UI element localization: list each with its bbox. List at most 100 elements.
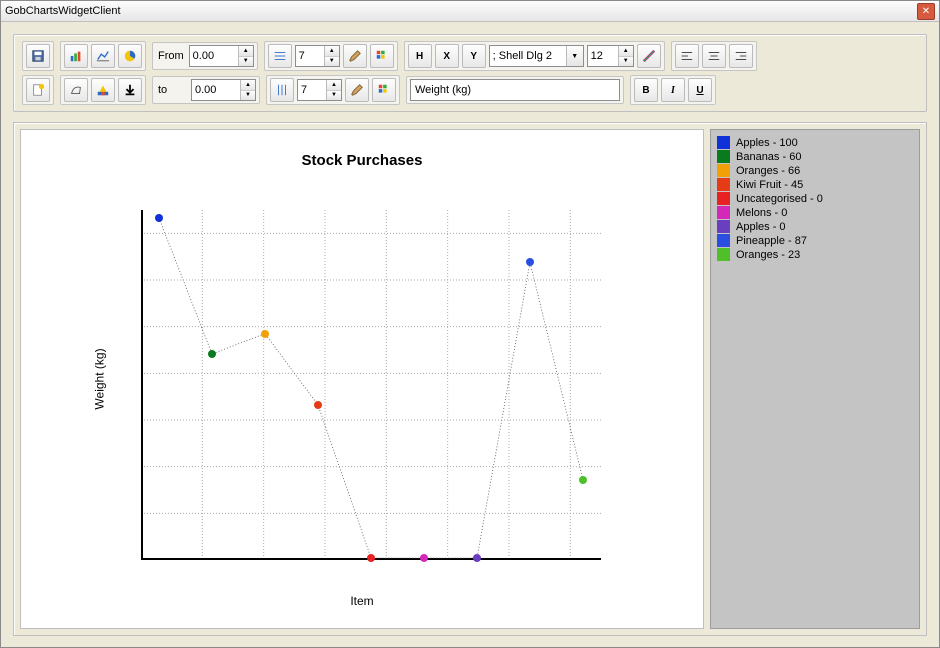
shape-button[interactable] [64, 78, 88, 102]
to-up[interactable]: ▲ [241, 80, 255, 91]
legend-swatch [717, 136, 730, 149]
data-point[interactable] [526, 258, 534, 266]
legend-label: Apples - 0 [736, 221, 786, 233]
legend-item[interactable]: Oranges - 23 [717, 248, 913, 261]
y-axis [141, 210, 143, 560]
vgrid-down[interactable]: ▼ [327, 91, 341, 101]
x-label: X [443, 51, 450, 62]
fontsize-spinner[interactable]: ▲▼ [587, 45, 634, 67]
data-point[interactable] [155, 214, 163, 222]
from-label: From [156, 50, 186, 62]
text-color-icon [642, 49, 656, 63]
legend-item[interactable]: Pineapple - 87 [717, 234, 913, 247]
h-label: H [416, 51, 423, 62]
chart-title: Stock Purchases [21, 152, 703, 169]
vgrid-spinner[interactable]: ▲▼ [297, 79, 342, 101]
new-icon [31, 83, 45, 97]
chart-panel: Stock Purchases Weight (kg) Item [20, 129, 704, 629]
align-left-button[interactable] [675, 44, 699, 68]
data-point[interactable] [473, 554, 481, 562]
align-left-icon [680, 49, 694, 63]
x-button[interactable]: X [435, 44, 459, 68]
pencil2-button[interactable] [345, 78, 369, 102]
legend-item[interactable]: Apples - 100 [717, 136, 913, 149]
legend-swatch [717, 192, 730, 205]
data-point[interactable] [208, 350, 216, 358]
brush-icon [96, 83, 110, 97]
data-point[interactable] [420, 554, 428, 562]
pencil-button[interactable] [343, 44, 367, 68]
shape-icon [69, 83, 83, 97]
from-down[interactable]: ▼ [239, 57, 253, 67]
to-down[interactable]: ▼ [241, 91, 255, 101]
legend-item[interactable]: Kiwi Fruit - 45 [717, 178, 913, 191]
y-button[interactable]: Y [462, 44, 486, 68]
vgrid-button[interactable] [270, 78, 294, 102]
hgrid-spinner[interactable]: ▲▼ [295, 45, 340, 67]
hgrid-button[interactable] [268, 44, 292, 68]
hgrid-up[interactable]: ▲ [325, 46, 339, 57]
font-input[interactable] [490, 50, 566, 62]
fontsize-input[interactable] [588, 46, 618, 66]
from-input[interactable] [190, 46, 238, 66]
legend-item[interactable]: Uncategorised - 0 [717, 192, 913, 205]
italic-button[interactable]: I [661, 78, 685, 102]
axis-label-input[interactable] [410, 79, 620, 101]
palette2-icon [377, 83, 391, 97]
close-button[interactable]: ✕ [917, 3, 935, 20]
legend-label: Pineapple - 87 [736, 235, 807, 247]
y-axis-label: Weight (kg) [93, 348, 107, 409]
align-right-icon [734, 49, 748, 63]
h-button[interactable]: H [408, 44, 432, 68]
text-color-button[interactable] [637, 44, 661, 68]
plot-area [141, 210, 601, 560]
titlebar: GobChartsWidgetClient ✕ [1, 1, 939, 22]
data-point[interactable] [314, 401, 322, 409]
close-icon: ✕ [922, 6, 930, 17]
content-area: From ▲▼ ▲▼ [1, 22, 939, 648]
legend-item[interactable]: Apples - 0 [717, 220, 913, 233]
data-point[interactable] [579, 476, 587, 484]
legend-item[interactable]: Melons - 0 [717, 206, 913, 219]
to-input[interactable] [192, 80, 240, 100]
bar-chart-icon [69, 49, 83, 63]
legend-label: Kiwi Fruit - 45 [736, 179, 803, 191]
legend-swatch [717, 206, 730, 219]
download-icon [123, 83, 137, 97]
download-button[interactable] [118, 78, 142, 102]
hgrid-input[interactable] [296, 46, 324, 66]
align-right-button[interactable] [729, 44, 753, 68]
vgrid-input[interactable] [298, 80, 326, 100]
line-chart-button[interactable] [91, 44, 115, 68]
align-center-button[interactable] [702, 44, 726, 68]
font-combo[interactable]: ▼ [489, 45, 584, 67]
x-axis-label: Item [350, 594, 373, 608]
legend-item[interactable]: Bananas - 60 [717, 150, 913, 163]
brush-button[interactable] [91, 78, 115, 102]
palette-button[interactable] [370, 44, 394, 68]
window-title: GobChartsWidgetClient [5, 5, 917, 17]
to-spinner[interactable]: ▲▼ [191, 79, 256, 101]
from-up[interactable]: ▲ [239, 46, 253, 57]
italic-label: I [671, 85, 675, 96]
vgrid-up[interactable]: ▲ [327, 80, 341, 91]
legend-item[interactable]: Oranges - 66 [717, 164, 913, 177]
palette-icon [375, 49, 389, 63]
bar-chart-button[interactable] [64, 44, 88, 68]
data-point[interactable] [261, 330, 269, 338]
app-window: GobChartsWidgetClient ✕ [0, 0, 940, 648]
from-spinner[interactable]: ▲▼ [189, 45, 254, 67]
pie-chart-button[interactable] [118, 44, 142, 68]
palette2-button[interactable] [372, 78, 396, 102]
font-dropdown-arrow[interactable]: ▼ [566, 46, 583, 66]
underline-button[interactable]: U [688, 78, 712, 102]
save-button[interactable] [26, 44, 50, 68]
hgrid-down[interactable]: ▼ [325, 57, 339, 67]
fontsize-up[interactable]: ▲ [619, 46, 633, 57]
bold-button[interactable]: B [634, 78, 658, 102]
data-point[interactable] [367, 554, 375, 562]
legend-label: Oranges - 66 [736, 165, 800, 177]
fontsize-down[interactable]: ▼ [619, 57, 633, 67]
align-center-icon [707, 49, 721, 63]
new-button[interactable] [26, 78, 50, 102]
